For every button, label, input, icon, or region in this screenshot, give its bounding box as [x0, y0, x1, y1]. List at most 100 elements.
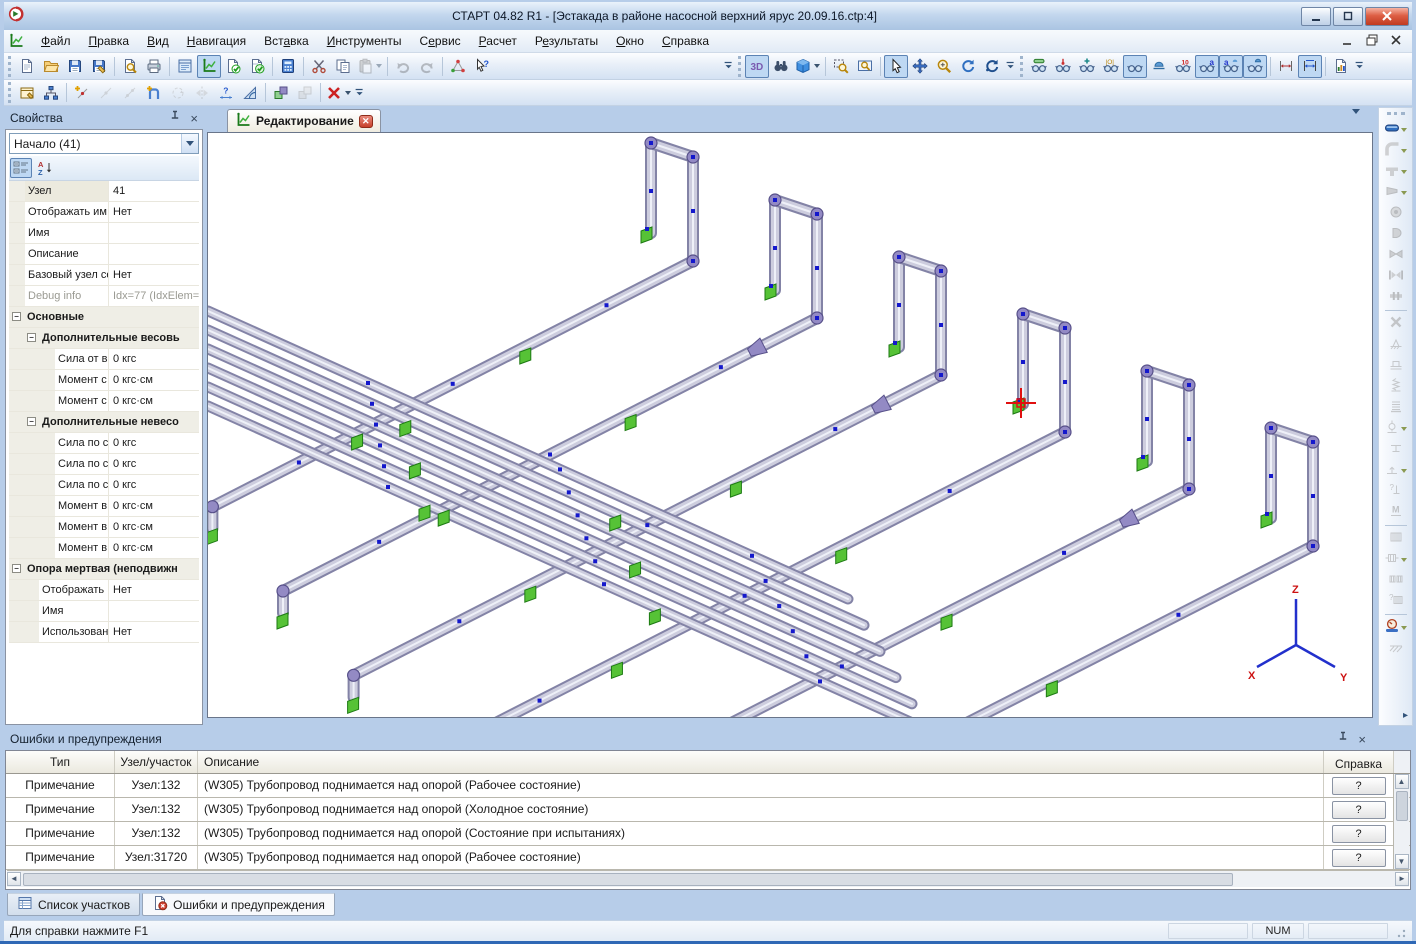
pump-button[interactable]	[1381, 203, 1411, 224]
property-value[interactable]	[109, 601, 199, 621]
property-value[interactable]: 0 кгс·см	[109, 517, 199, 537]
column-node[interactable]: Узел/участок	[115, 751, 198, 773]
bottom-tab-errors[interactable]: Ошибки и предупреждения	[142, 893, 335, 916]
menu-calculation[interactable]: Расчет	[470, 31, 526, 51]
rest-support-button[interactable]	[1381, 439, 1411, 460]
reducer-button[interactable]	[1381, 182, 1411, 203]
property-value[interactable]: Нет	[109, 622, 199, 642]
tee-button[interactable]	[1381, 161, 1411, 182]
property-value[interactable]: 0 кгс·см	[109, 538, 199, 558]
split-node-button[interactable]	[118, 81, 142, 104]
help-button[interactable]: ?	[1332, 777, 1386, 795]
vertical-scrollbar[interactable]: ▲ ▼	[1393, 774, 1409, 869]
column-type[interactable]: Тип	[6, 751, 115, 773]
bellows-button[interactable]	[1381, 528, 1411, 549]
menu-help[interactable]: Справка	[653, 31, 718, 51]
categorized-view-button[interactable]	[10, 158, 32, 178]
rotate-element-button[interactable]	[166, 81, 190, 104]
toolbar-overflow-button[interactable]	[1004, 55, 1018, 78]
regenerate-button[interactable]	[980, 55, 1004, 78]
check-model-button[interactable]	[221, 55, 245, 78]
error-table-row[interactable]: ПримечаниеУзел:132(W305) Трубопровод под…	[6, 798, 1410, 822]
toolbar-grip[interactable]	[8, 82, 11, 103]
custom-support-button[interactable]: ?	[1381, 481, 1411, 502]
error-table-row[interactable]: ПримечаниеУзел:132(W305) Трубопровод под…	[6, 822, 1410, 846]
scroll-left-icon[interactable]: ◄	[7, 872, 21, 886]
help-button[interactable]: ?	[1332, 825, 1386, 843]
property-value[interactable]: 0 кгс	[109, 433, 199, 453]
editor-view-button[interactable]	[197, 55, 221, 78]
add-node-button[interactable]	[70, 81, 94, 104]
save-as-button[interactable]	[87, 55, 111, 78]
show-pipes-button[interactable]	[1027, 55, 1051, 78]
edit-node-button[interactable]	[94, 81, 118, 104]
refresh-button[interactable]	[956, 55, 980, 78]
find-button[interactable]	[769, 55, 793, 78]
bottom-tab-sections[interactable]: Список участков	[7, 893, 140, 916]
column-description[interactable]: Описание	[198, 751, 1324, 773]
property-value[interactable]: 0 кгс	[109, 475, 199, 495]
zoom-window-button[interactable]	[853, 55, 877, 78]
scheme-view-button[interactable]	[173, 55, 197, 78]
toolbar-grip[interactable]	[1020, 56, 1023, 77]
view-cube-button[interactable]	[793, 55, 822, 78]
property-value[interactable]: 0 кгс·см	[109, 370, 199, 390]
valve-button[interactable]	[1381, 245, 1411, 266]
close-panel-icon[interactable]: ×	[1358, 733, 1366, 746]
mdi-close-button[interactable]	[1388, 32, 1404, 51]
toolbar-grip[interactable]	[738, 56, 741, 77]
spring-support-button[interactable]	[1381, 376, 1411, 397]
toolbar-overflow-button[interactable]	[1353, 55, 1367, 78]
property-value[interactable]: 0 кгс	[109, 454, 199, 474]
combobox-dropdown-button[interactable]	[181, 134, 198, 153]
custom-bellows-button[interactable]: ?	[1381, 591, 1411, 612]
collapse-icon[interactable]: −	[27, 417, 36, 426]
mirror-element-button[interactable]	[190, 81, 214, 104]
report-button[interactable]	[1329, 55, 1353, 78]
property-category-row[interactable]: −Основные	[9, 307, 199, 328]
menu-edit[interactable]: Правка	[80, 31, 139, 51]
show-temperature-button[interactable]	[1051, 55, 1075, 78]
menu-insert[interactable]: Вставка	[255, 31, 318, 51]
scrollbar-thumb[interactable]	[23, 873, 1233, 886]
restore-button[interactable]	[1333, 7, 1363, 26]
property-value[interactable]: Idx=77 (IdxElem=	[109, 286, 199, 306]
tab-close-icon[interactable]: ✕	[359, 115, 373, 128]
alphabetical-sort-button[interactable]: AZ	[35, 158, 57, 178]
object-selector-combobox[interactable]: Начало (41)	[9, 133, 199, 154]
horizontal-scrollbar[interactable]: ◄ ►	[7, 870, 1409, 887]
model-structure-button[interactable]	[39, 81, 63, 104]
toolbar-grip[interactable]	[8, 56, 11, 77]
help-button[interactable]: ?	[1332, 849, 1386, 867]
property-category-row[interactable]: −Дополнительные весовь	[9, 328, 199, 349]
dimensions-button[interactable]	[1274, 55, 1298, 78]
measure-distance-button[interactable]: ?	[214, 81, 238, 104]
flanged-valve-button[interactable]	[1381, 266, 1411, 287]
cross-node-button[interactable]	[1381, 313, 1411, 334]
axial-compensator-button[interactable]	[1381, 549, 1411, 570]
copy-button[interactable]	[331, 55, 355, 78]
save-button[interactable]	[63, 55, 87, 78]
element-properties-button[interactable]	[15, 81, 39, 104]
open-file-button[interactable]	[39, 55, 63, 78]
property-value[interactable]: 0 кгс·см	[109, 391, 199, 411]
show-names-button[interactable]: a	[1195, 55, 1219, 78]
scroll-right-icon[interactable]: ►	[1395, 872, 1409, 886]
guide-support-button[interactable]	[1381, 355, 1411, 376]
minimize-button[interactable]	[1301, 7, 1331, 26]
zoom-dynamic-button[interactable]	[829, 55, 853, 78]
spring-hanger-button[interactable]	[1381, 397, 1411, 418]
collapse-icon[interactable]: −	[12, 564, 21, 573]
pin-icon[interactable]	[1335, 730, 1351, 749]
palette-expand-button[interactable]: ▸	[1403, 710, 1408, 721]
show-lengths-button[interactable]: 10	[1171, 55, 1195, 78]
delete-button[interactable]	[324, 81, 353, 104]
menu-navigation[interactable]: Навигация	[178, 31, 255, 51]
property-value[interactable]: Нет	[109, 265, 199, 285]
lift-support-button[interactable]	[1381, 460, 1411, 481]
undo-button[interactable]	[391, 55, 415, 78]
redo-button[interactable]	[415, 55, 439, 78]
mdi-restore-button[interactable]	[1364, 32, 1380, 51]
insert-fragment-button[interactable]	[269, 81, 293, 104]
gauge-button[interactable]	[1381, 617, 1411, 638]
